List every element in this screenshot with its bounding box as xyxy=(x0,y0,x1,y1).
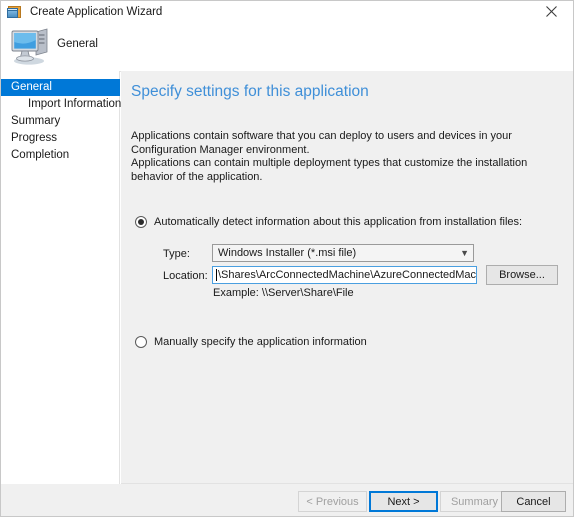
location-input[interactable]: \Shares\ArcConnectedMachine\AzureConnect… xyxy=(212,266,477,284)
radio-automatically-detect-label: Automatically detect information about t… xyxy=(154,216,523,228)
radio-manually-specify-label: Manually specify the application informa… xyxy=(154,336,367,348)
wizard-footer: < Previous Next > Summary Cancel xyxy=(1,484,573,516)
close-icon xyxy=(545,6,557,17)
summary-button[interactable]: Summary xyxy=(440,491,509,512)
radio-manually-specify[interactable]: Manually specify the application informa… xyxy=(135,336,367,348)
radio-automatically-detect[interactable]: Automatically detect information about t… xyxy=(135,216,522,228)
application-wizard-icon xyxy=(7,4,23,20)
browse-button[interactable]: Browse... xyxy=(486,265,558,285)
type-dropdown-value: Windows Installer (*.msi file) xyxy=(218,247,357,259)
wizard-header: General xyxy=(1,22,573,72)
next-button[interactable]: Next > xyxy=(369,491,438,512)
title-bar: Create Application Wizard xyxy=(1,1,573,22)
type-dropdown[interactable]: Windows Installer (*.msi file) ▼ xyxy=(212,244,474,262)
location-label: Location: xyxy=(163,270,208,282)
description-line-1: Applications contain software that you c… xyxy=(131,130,512,156)
chevron-down-icon: ▼ xyxy=(460,247,469,258)
location-example-hint: Example: \\Server\Share\File xyxy=(213,287,354,299)
previous-button[interactable]: < Previous xyxy=(298,491,367,512)
close-button[interactable] xyxy=(529,1,573,22)
radio-manually-specify-mark xyxy=(135,336,147,348)
description-line-2: Applications can contain multiple deploy… xyxy=(131,157,528,183)
location-input-value: \Shares\ArcConnectedMachine\AzureConnect… xyxy=(218,269,477,281)
page-title: Specify settings for this application xyxy=(131,83,369,100)
sidebar-item-import-information[interactable]: Import Information xyxy=(1,96,121,113)
sidebar-item-general[interactable]: General xyxy=(1,79,120,96)
sidebar-item-completion[interactable]: Completion xyxy=(1,147,119,164)
sidebar-item-summary[interactable]: Summary xyxy=(1,113,119,130)
cancel-button[interactable]: Cancel xyxy=(501,491,566,512)
header-title: General xyxy=(57,38,98,50)
radio-automatically-detect-mark xyxy=(135,216,147,228)
page-description: Applications contain software that you c… xyxy=(131,130,563,184)
computer-icon xyxy=(11,28,48,65)
sidebar-item-progress[interactable]: Progress xyxy=(1,130,119,147)
window-title: Create Application Wizard xyxy=(30,5,163,18)
wizard-steps-sidebar: General Import Information Summary Progr… xyxy=(1,71,121,516)
text-cursor xyxy=(216,269,217,281)
type-label: Type: xyxy=(163,248,190,260)
wizard-content-panel: Specify settings for this application Ap… xyxy=(121,71,573,484)
create-application-wizard-window: Create Application Wizard General Genera… xyxy=(0,0,574,517)
